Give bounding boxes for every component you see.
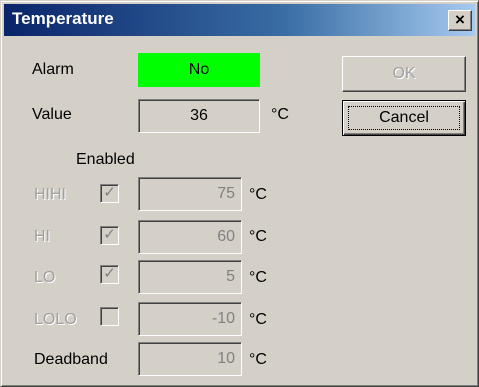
alarm-indicator: No xyxy=(138,53,260,87)
alarm-label: Alarm xyxy=(32,61,74,78)
checkmark-icon: ✓ xyxy=(103,184,116,201)
limit-unit-hi: °C xyxy=(249,228,267,245)
enable-checkbox-lo[interactable]: ✓ xyxy=(100,265,119,284)
title-bar[interactable]: Temperature × xyxy=(4,4,475,36)
enable-checkbox-hihi[interactable]: ✓ xyxy=(100,184,119,203)
limit-label-lo: LO xyxy=(34,269,56,286)
limit-label-hi: HI xyxy=(34,228,50,245)
value-readout: 36 xyxy=(138,99,260,133)
enable-checkbox-hi[interactable]: ✓ xyxy=(100,226,119,245)
limit-field-lolo[interactable]: -10 xyxy=(138,302,242,336)
deadband-field[interactable]: 10 xyxy=(138,342,242,376)
limit-unit-hihi: °C xyxy=(249,186,267,203)
limit-unit-lo: °C xyxy=(249,269,267,286)
limit-field-hihi[interactable]: 75 xyxy=(138,177,242,211)
deadband-label: Deadband xyxy=(34,351,108,368)
value-label: Value xyxy=(32,106,72,123)
cancel-button-label: Cancel xyxy=(379,109,429,126)
limit-field-lo[interactable]: 5 xyxy=(138,260,242,294)
limit-unit-lolo: °C xyxy=(249,311,267,328)
enable-checkbox-lolo[interactable] xyxy=(100,307,119,326)
checkmark-icon: ✓ xyxy=(103,226,116,243)
close-button[interactable]: × xyxy=(448,10,472,31)
temperature-dialog: Temperature × Alarm No Value 36 °C OK Ca… xyxy=(0,0,479,387)
close-icon: × xyxy=(455,10,465,29)
checkmark-icon: ✓ xyxy=(103,265,116,282)
enabled-column-header: Enabled xyxy=(76,151,135,168)
window-title: Temperature xyxy=(12,9,114,28)
limit-field-hi[interactable]: 60 xyxy=(138,220,242,254)
value-unit: °C xyxy=(271,106,289,123)
limit-label-hihi: HIHI xyxy=(34,186,66,203)
cancel-button[interactable]: Cancel xyxy=(342,100,466,136)
ok-button[interactable]: OK xyxy=(342,56,466,92)
limit-label-lolo: LOLO xyxy=(34,311,77,328)
deadband-unit: °C xyxy=(249,351,267,368)
